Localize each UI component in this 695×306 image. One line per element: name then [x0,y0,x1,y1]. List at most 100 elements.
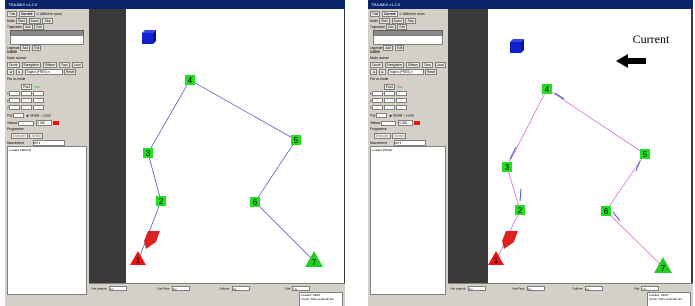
coord-z-field-2[interactable] [21,105,33,110]
vitesse-value-field[interactable]: 0.050 [36,120,53,126]
coord-z-field[interactable] [9,105,21,110]
right-load-button[interactable]: Load [434,62,446,68]
coord-x-field-2[interactable] [21,91,33,96]
right-advanced-mode-label: Mode avance [370,56,390,60]
left-status-cell-4-value: x/y [293,287,298,291]
coord-y-field[interactable] [9,98,21,103]
radio-local[interactable]: ○ Local [40,113,50,117]
vitesse-field[interactable] [18,120,35,126]
right-waypoint-3-label: 3 [505,163,510,172]
coord-z-field-3[interactable] [33,105,45,110]
right-clear-button[interactable]: Effacer [406,62,421,68]
mouvement-value: ctrl [33,141,38,145]
trajectory-list[interactable] [10,35,84,45]
right-color-swatch[interactable] [414,121,421,126]
coord-section-label: Par un mode [7,77,26,81]
right-tab-current[interactable]: Current [381,11,398,17]
right-prev-arrow-button[interactable]: ◄ [370,69,378,75]
coord-x-field[interactable] [9,91,21,96]
left-note-line-2: Crach: Palm ambulat 3nt [301,296,335,301]
right-mode-label: Mode [370,19,378,23]
right-waypoint-1-label: 1 [494,256,499,265]
right-coord-x-field[interactable] [372,91,384,96]
right-next-arrow-button[interactable]: ► [379,69,387,75]
radio-global[interactable]: ◉ Global [26,113,39,117]
right-radio-local[interactable]: ○ Local [403,113,413,117]
right-3d-canvas[interactable]: Current 1 2 3 4 5 6 7 [488,9,691,284]
right-status-bar: Vue graphic x/y Vue/Face x/y Calibrer x/y S… [448,283,693,306]
left-waypoint-5-label: 5 [294,136,299,145]
right-trajectory-select-value: Traject (PRES) [389,70,411,74]
right-coord-x-field-3[interactable] [396,91,408,96]
right-coord-y-field-2[interactable] [384,98,396,103]
all-button[interactable]: Tous [59,62,70,68]
right-coord-z-field-3[interactable] [396,105,408,110]
pos1-button[interactable]: Pos1 [21,84,33,90]
right-coord-y-field[interactable] [372,98,384,103]
right-open-button[interactable]: Ouvrir [370,62,383,68]
right-execute-button[interactable]: Executer [374,133,391,139]
trajectory-select[interactable]: Traject (PRES) ▾ [25,69,64,75]
coord-x-field-3[interactable] [33,91,45,96]
prev-arrow-button[interactable]: ◄ [7,69,15,75]
arrow-3-icon [509,146,517,160]
tab-trial[interactable]: Trial [7,11,18,17]
load-button[interactable]: Load [71,62,83,68]
right-all-button[interactable]: Tous [422,62,433,68]
show-course-checkbox[interactable]: ☑ Affiche le cours [36,12,61,16]
right-stop-program-button[interactable]: Arreter [392,133,407,139]
left-waypoint-7-label: 7 [312,258,317,267]
left-3d-canvas[interactable]: 1 2 3 4 5 6 7 [126,9,344,284]
right-pas-field[interactable] [376,113,388,118]
right-status-cell-2-value: x/y [527,287,532,291]
color-swatch[interactable] [53,121,60,126]
clear-button[interactable]: Effacer [43,62,58,68]
right-trajectory-select[interactable]: Traject (PRES) ▾ [388,69,425,75]
execute-button[interactable]: Executer [11,133,28,139]
coord-y-field-3[interactable] [33,98,45,103]
left-waypoint-2-label: 2 [159,197,164,206]
next-arrow-button[interactable]: ► [16,69,24,75]
right-coord-z-field[interactable] [372,105,384,110]
right-status-cell-4-field[interactable]: x/y [641,286,660,291]
reset-button[interactable]: Reset [63,69,77,75]
right-coord-y-field-3[interactable] [396,98,408,103]
right-reset-button[interactable]: Reset [424,69,438,75]
tab-current[interactable]: Current [18,11,35,17]
trajectory-select-value: Traject (PRES) [26,70,48,74]
right-status-cell-1-field[interactable]: x/y [467,286,486,291]
left-status-cell-2-field[interactable]: x/y [171,286,190,291]
left-status-cell-4-field[interactable]: x/y [292,286,311,291]
stop-program-button[interactable]: Arreter [29,133,44,139]
right-save-button[interactable]: Enregistrer [384,62,405,68]
left-status-cell-3-field[interactable]: x/y [231,286,250,291]
save-button[interactable]: Enregistrer [21,62,42,68]
left-scene: 1 2 3 4 5 6 7 [130,30,323,267]
right-vitesse-value-field[interactable]: 0.050 [398,120,414,126]
left-blue-cube [142,33,153,44]
pas-field[interactable] [13,113,25,118]
right-coord-x-field-2[interactable] [384,91,396,96]
arrow-2-icon [519,188,522,202]
right-legend-value: 0.0000 [370,50,380,54]
right-status-cell-1-value: x/y [468,287,473,291]
right-status-cell-3-field[interactable]: x/y [584,286,603,291]
left-waypoint-3-label: 3 [146,149,151,158]
right-coord-z-field-2[interactable] [384,105,396,110]
open-button[interactable]: Ouvrir [7,62,20,68]
right-radio-global[interactable]: ◉ Global [389,113,402,117]
left-status-cell-3-value: x/y [232,287,237,291]
right-show-course-checkbox[interactable]: ☑ Affiche le cours [399,12,424,16]
right-mouvement-value: ctrl [394,141,399,145]
vitesse-value: 0.050 [37,121,46,125]
right-status-cell-2-field[interactable]: x/y [526,286,545,291]
right-tab-trial[interactable]: Trial [370,11,381,17]
right-trajectory-list[interactable] [373,35,443,45]
right-vitesse-field[interactable] [381,120,397,126]
coord-y-field-2[interactable] [21,98,33,103]
left-path-line [137,79,315,262]
left-status-cell-1-field[interactable]: x/y [108,286,127,291]
right-pos1-button[interactable]: Pos1 [384,84,396,90]
arrow-6-icon [612,211,621,222]
right-note-line-2: Crach: Palm ambulat 3nt [649,296,683,301]
